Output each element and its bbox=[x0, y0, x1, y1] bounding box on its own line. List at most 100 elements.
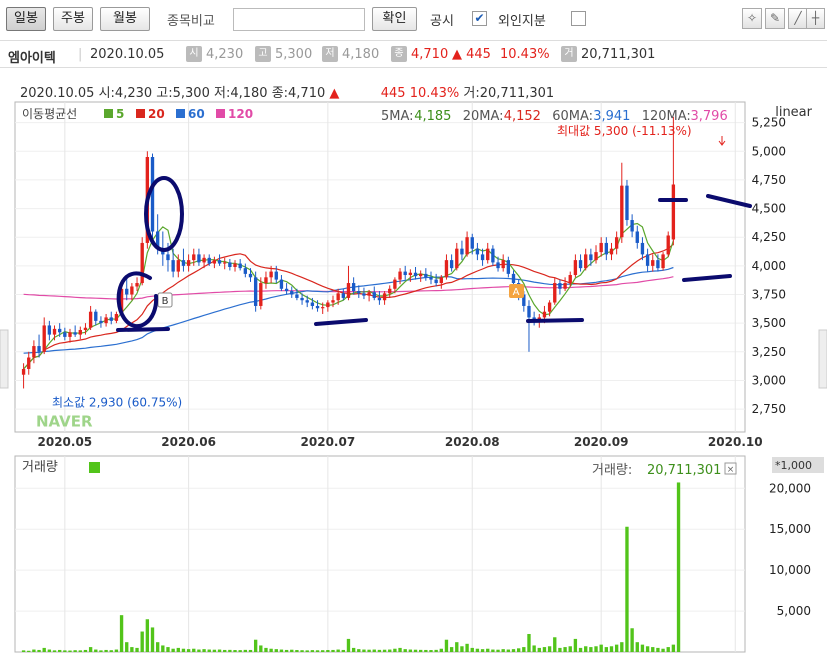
volume-bar bbox=[279, 649, 284, 652]
volume-bar bbox=[604, 647, 609, 652]
candle-body bbox=[362, 293, 366, 296]
volume-bar bbox=[321, 650, 325, 652]
volume-bar bbox=[460, 646, 464, 652]
candle-body bbox=[429, 277, 433, 280]
volume-bar bbox=[357, 649, 361, 652]
candle-body bbox=[78, 330, 82, 335]
volume-bar bbox=[202, 649, 206, 652]
candle-body bbox=[52, 328, 57, 335]
candle-body bbox=[47, 325, 52, 335]
ma-value-label: 120MA: bbox=[642, 109, 691, 124]
legend-entry: 60 bbox=[188, 107, 205, 121]
lightbulb-icon[interactable]: ✧ bbox=[742, 8, 762, 29]
volume-bar bbox=[413, 649, 418, 652]
volume-bar bbox=[625, 526, 629, 652]
volume-bar bbox=[563, 647, 567, 652]
candle-body bbox=[604, 242, 609, 255]
candle-body bbox=[233, 263, 237, 267]
info-volume: 거:20,711,301 bbox=[463, 86, 555, 101]
candle-body bbox=[197, 254, 201, 263]
candle-body bbox=[465, 237, 469, 255]
stock-date: 2020.10.05 bbox=[90, 47, 165, 62]
candle-body bbox=[83, 327, 88, 331]
candle-body bbox=[589, 254, 593, 261]
stock-summary: 엠아이텍 | 2020.10.05 시 4,230 고 5,300 저 4,18… bbox=[0, 40, 827, 68]
candle-body bbox=[88, 311, 93, 328]
scale-label: linear bbox=[775, 105, 812, 120]
candle-body bbox=[238, 263, 242, 269]
volume-chart[interactable]: 20,000 15,000 10,000 5,000 *1,000 거래량 거래량: 20,7… bbox=[0, 454, 827, 654]
ma-value-label: 20MA: bbox=[463, 109, 504, 124]
candle-body bbox=[661, 254, 665, 269]
candle-body bbox=[620, 185, 624, 238]
price-y-tick: 3,250 bbox=[752, 345, 786, 359]
ma-value: 3,941 bbox=[593, 109, 630, 124]
price-x-tick: 2020.07 bbox=[301, 435, 356, 449]
disclosure-checkbox[interactable]: ✔ bbox=[472, 11, 487, 26]
candle-body bbox=[94, 311, 98, 321]
draw-line-icon[interactable]: ╱ bbox=[788, 8, 808, 29]
volume-bar bbox=[656, 647, 660, 652]
candle-body bbox=[68, 332, 72, 337]
candle-body bbox=[568, 275, 572, 284]
crosshair-icon[interactable]: ┼ bbox=[806, 8, 825, 29]
info-open: 시:4,230 bbox=[98, 86, 153, 101]
foreign-checkbox[interactable] bbox=[571, 11, 586, 26]
volume-bar bbox=[372, 649, 376, 652]
daily-button[interactable]: 일봉 bbox=[6, 7, 46, 31]
compare-input[interactable] bbox=[233, 8, 365, 31]
candle-body bbox=[511, 273, 516, 284]
confirm-button[interactable]: 확인 bbox=[372, 7, 417, 31]
candle-body bbox=[630, 220, 634, 232]
volume-plot-frame bbox=[14, 455, 746, 653]
close-value: 4,710 bbox=[411, 47, 449, 62]
volume-bar bbox=[444, 639, 449, 652]
monthly-button[interactable]: 월봉 bbox=[100, 7, 150, 31]
open-value: 4,230 bbox=[206, 47, 244, 62]
info-change-pct: 10.43% bbox=[409, 86, 460, 101]
volume-bar bbox=[32, 649, 36, 652]
candle-body bbox=[573, 260, 578, 276]
candle-body bbox=[599, 242, 603, 253]
high-value: 5,300 bbox=[275, 47, 313, 62]
volume-unit-label: *1,000 bbox=[775, 459, 812, 472]
foreign-label: 외인지분 bbox=[498, 14, 546, 29]
volume-bar bbox=[42, 647, 46, 652]
candle-body bbox=[274, 271, 278, 280]
candle-body bbox=[351, 283, 356, 292]
candle-body bbox=[367, 292, 371, 296]
candle-body bbox=[326, 302, 330, 308]
volume-bar bbox=[63, 650, 67, 652]
volume-bar bbox=[47, 649, 52, 652]
legend-swatch bbox=[216, 109, 225, 118]
volume-bar bbox=[269, 648, 273, 652]
close-badge: 종 bbox=[391, 46, 407, 62]
candle-body bbox=[506, 260, 511, 274]
candle-body bbox=[341, 293, 345, 298]
volume-bar bbox=[290, 649, 294, 652]
stock-name: 엠아이텍 bbox=[8, 51, 56, 66]
price-y-tick: 2,750 bbox=[752, 402, 786, 416]
naver-watermark: NAVER bbox=[36, 412, 93, 430]
candle-body bbox=[558, 283, 562, 289]
volume-bar bbox=[264, 647, 268, 652]
volume-bar bbox=[465, 643, 469, 652]
candle-body bbox=[382, 293, 387, 301]
candle-body bbox=[166, 254, 170, 261]
weekly-button[interactable]: 주봉 bbox=[53, 7, 93, 31]
volume-bar bbox=[434, 649, 438, 652]
volume-bar bbox=[594, 646, 598, 652]
candle-body bbox=[212, 260, 217, 264]
volume-bar bbox=[614, 644, 619, 652]
volume-bar bbox=[259, 645, 263, 652]
volume-title: 거래량 bbox=[22, 460, 58, 475]
volume-bar bbox=[630, 628, 634, 652]
candle-body bbox=[223, 262, 227, 264]
volume-y-tick: 10,000 bbox=[769, 563, 811, 577]
pencil-icon[interactable]: ✎ bbox=[765, 8, 785, 29]
volume-bar bbox=[671, 644, 676, 652]
info-low: 저:4,180 bbox=[213, 86, 268, 101]
candle-body bbox=[609, 248, 614, 255]
price-chart[interactable]: 5,2505,0004,7504,5004,2504,0003,7503,500… bbox=[0, 100, 827, 452]
volume-bar bbox=[37, 649, 41, 652]
